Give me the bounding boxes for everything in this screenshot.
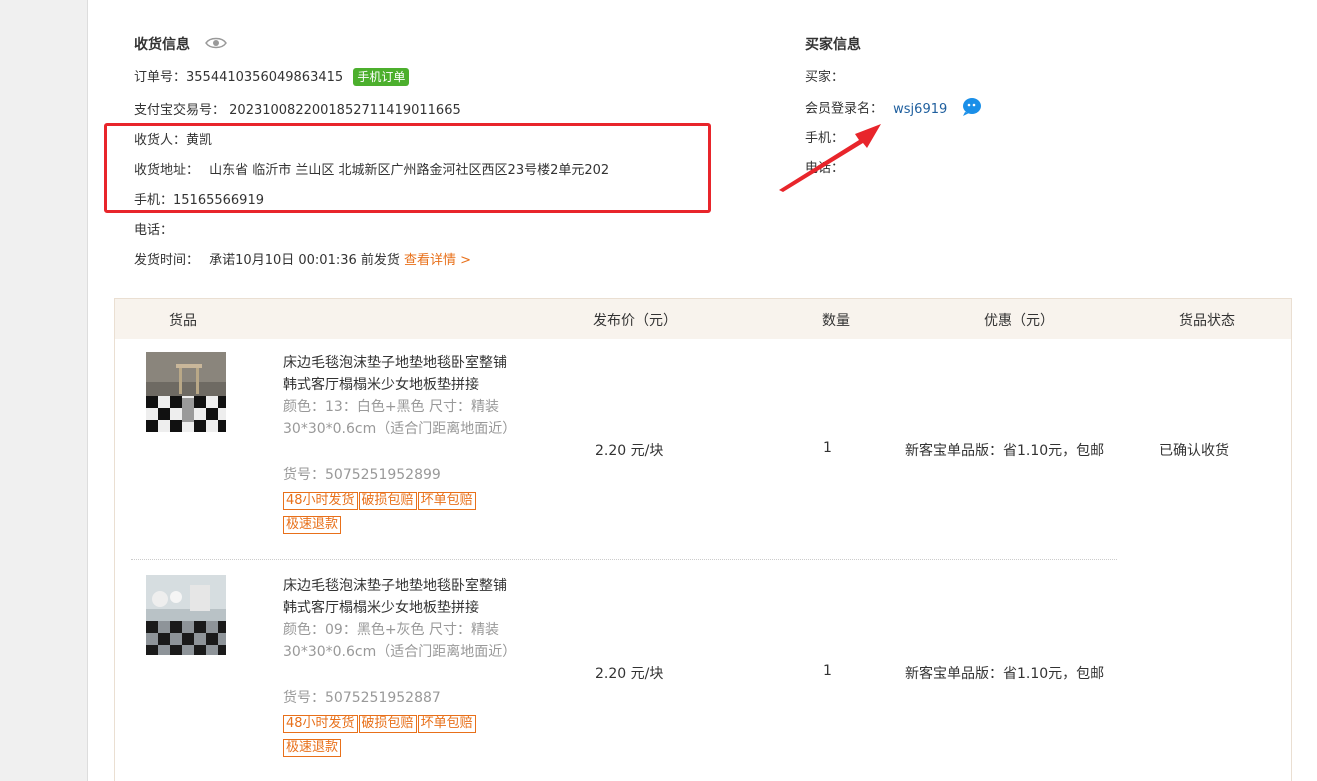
ship-time-line: 发货时间： 承诺10月10日 00:01:36 前发货 查看详情 > [134,249,471,268]
alipay-label: 支付宝交易号： [134,103,226,118]
tag-48h-shipping[interactable]: 48小时发货 [283,715,358,733]
service-tags: 48小时发货 破损包赔 坏单包赔 极速退款 [283,712,523,760]
tag-48h-shipping[interactable]: 48小时发货 [283,492,358,510]
buyer-section-title: 买家信息 [805,37,861,53]
product-discount: 新客宝单品版：省1.10元，包邮 [905,443,1105,459]
alipay-value: 2023100822001852711419011665 [229,103,461,118]
header-status: 货品状态 [1179,313,1235,329]
receiver-tel-line: 电话： [134,219,173,238]
order-number-value: 3554410356049863415 [186,70,344,85]
tag-bad-order-compensation[interactable]: 坏单包赔 [417,715,476,733]
ship-time-label: 发货时间： [134,253,200,268]
receiver-tel-label: 电话： [134,223,174,238]
tag-fast-refund[interactable]: 极速退款 [283,516,342,534]
order-number-line: 订单号：3554410356049863415 手机订单 [134,66,410,86]
row-divider [131,559,1117,560]
product-name-link[interactable]: 床边毛毯泡沫垫子地垫地毯卧室整铺韩式客厅榻榻米少女地板垫拼接 [283,575,517,619]
tag-fast-refund[interactable]: 极速退款 [283,739,342,757]
ship-time-value: 承诺10月10日 00:01:36 前发货 [209,253,400,268]
left-sidebar-rail [0,0,88,781]
mobile-order-badge: 手机订单 [353,68,410,86]
product-qty: 1 [823,440,832,456]
header-qty: 数量 [822,313,850,329]
red-arrow-annotation [779,124,881,192]
qq-chat-icon[interactable] [961,97,983,121]
member-login-label: 会员登录名： [805,101,884,117]
highlight-annotation-box [104,123,711,213]
product-thumbnail[interactable] [146,352,226,432]
header-price: 发布价（元） [593,313,677,329]
product-price: 2.20 元/块 [595,443,664,459]
product-sku: 颜色：13：白色+黑色 尺寸：精装30*30*0.6cm（适合门距离地面近） [283,399,517,437]
receiver-section-title: 收货信息 [134,34,227,54]
product-code: 货号：5075251952887 [283,690,441,706]
product-status: 已确认收货 [1159,443,1229,459]
header-goods: 货品 [169,313,197,329]
product-name-link[interactable]: 床边毛毯泡沫垫子地垫地毯卧室整铺韩式客厅榻榻米少女地板垫拼接 [283,352,517,396]
view-details-link[interactable]: 查看详情 > [404,253,471,268]
product-qty: 1 [823,663,832,679]
goods-table: 货品 发布价（元） 数量 优惠（元） 货品状态 床边毛毯泡沫垫子地垫地毯卧室整铺… [114,298,1292,781]
buyer-label: 买家： [805,70,845,85]
product-price: 2.20 元/块 [595,666,664,682]
tag-damage-compensation[interactable]: 破损包赔 [358,715,417,733]
header-discount: 优惠（元） [984,313,1054,329]
product-sku: 颜色：09：黑色+灰色 尺寸：精装30*30*0.6cm（适合门距离地面近） [283,622,517,660]
product-code: 货号：5075251952899 [283,467,441,483]
product-thumbnail[interactable] [146,575,226,655]
tag-bad-order-compensation[interactable]: 坏单包赔 [417,492,476,510]
order-number-label: 订单号： [134,70,187,85]
buyer-line: 买家： [805,66,844,85]
table-header: 货品 发布价（元） 数量 优惠（元） 货品状态 [115,299,1291,339]
member-login-link[interactable]: wsj6919 [893,102,947,117]
tag-damage-compensation[interactable]: 破损包赔 [358,492,417,510]
receiver-section-title-text: 收货信息 [134,37,190,53]
alipay-line: 支付宝交易号： 2023100822001852711419011665 [134,99,461,118]
eye-icon[interactable] [204,36,227,54]
service-tags: 48小时发货 破损包赔 坏单包赔 极速退款 [283,489,523,537]
product-discount: 新客宝单品版：省1.10元，包邮 [905,666,1105,682]
